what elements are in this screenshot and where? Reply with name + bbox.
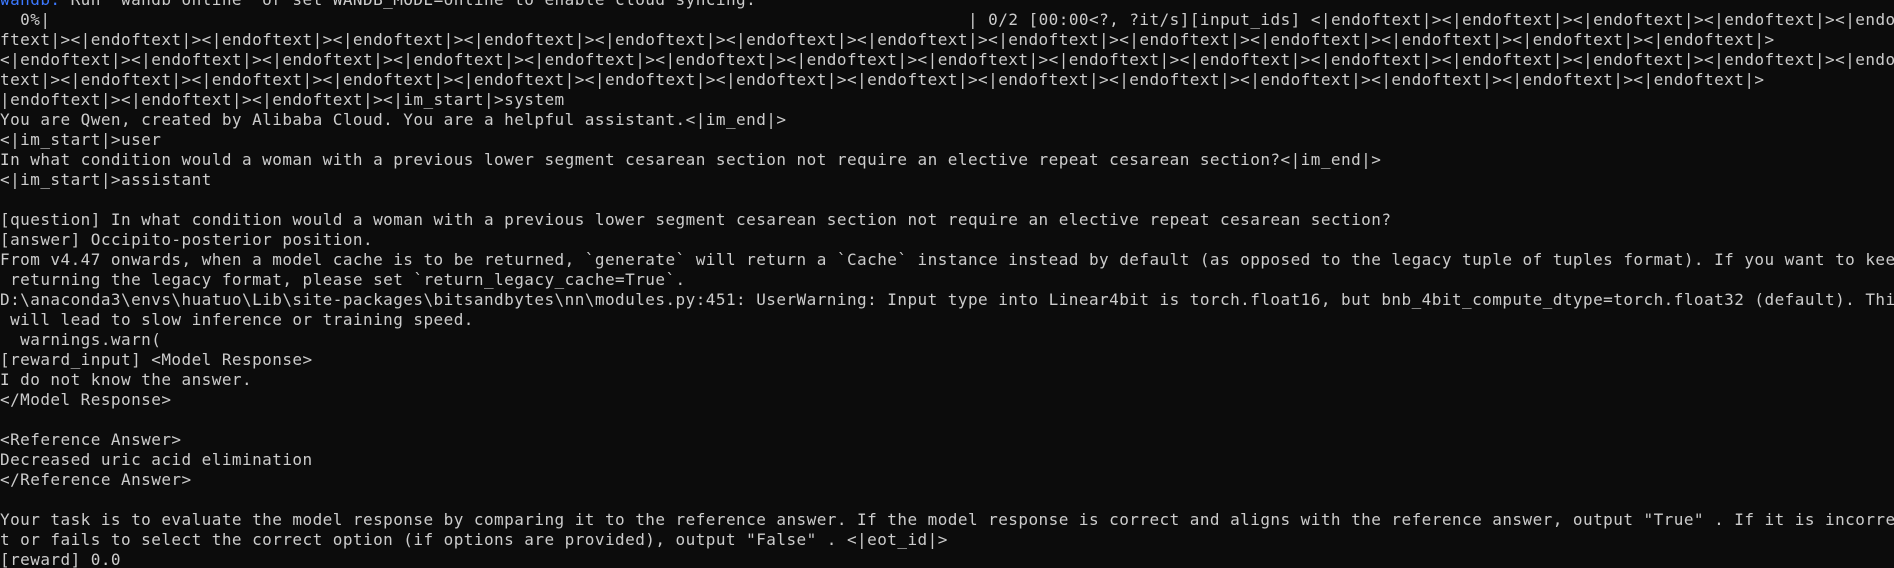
model-response-line: I do not know the answer. [0, 370, 253, 389]
reference-close-line: </Reference Answer> [0, 470, 192, 489]
progress-status: | 0/2 [00:00<?, ?it/s][input_ids] <|endo… [968, 10, 1894, 29]
system-prompt-line: You are Qwen, created by Alibaba Cloud. … [0, 110, 787, 129]
token-line-1: ftext|><|endoftext|><|endoftext|><|endof… [0, 30, 1775, 49]
cache-warning-line-1: From v4.47 onwards, when a model cache i… [0, 250, 1894, 269]
token-line-2: <|endoftext|><|endoftext|><|endoftext|><… [0, 50, 1894, 69]
reward-line: [reward] 0.0 [0, 550, 121, 568]
reward-input-line: [reward_input] <Model Response> [0, 350, 313, 369]
user-question-line: In what condition would a woman with a p… [0, 150, 1382, 169]
question-line: [question] In what condition would a wom… [0, 210, 1392, 229]
assistant-tag-line: <|im_start|>assistant [0, 170, 212, 189]
user-warning-line-2: will lead to slow inference or training … [0, 310, 474, 329]
progress-percent: 0%| [0, 10, 51, 29]
answer-line: [answer] Occipito-posterior position. [0, 230, 374, 249]
user-tag-line: <|im_start|>user [0, 130, 162, 149]
terminal-window[interactable]: wandb: Run `wandb online` or set WANDB_M… [0, 0, 1894, 568]
wandb-notice-text: Run `wandb online` or set WANDB_MODE=onl… [61, 0, 757, 9]
model-response-close-line: </Model Response> [0, 390, 172, 409]
user-warning-line-1: D:\anaconda3\envs\huatuo\Lib\site-packag… [0, 290, 1894, 309]
wandb-prefix: wandb: [0, 0, 61, 9]
wandb-offline-notice: wandb: Run `wandb online` or set WANDB_M… [0, 0, 1894, 10]
task-line-1: Your task is to evaluate the model respo… [0, 510, 1894, 529]
task-line-2: t or fails to select the correct option … [0, 530, 948, 549]
reference-open-line: <Reference Answer> [0, 430, 182, 449]
reference-answer-line: Decreased uric acid elimination [0, 450, 313, 469]
progress-bar-line: 0%| | 0/2 [00:00<?, ?it/s][input_ids] <|… [0, 10, 1894, 30]
warnings-warn-line: warnings.warn( [0, 330, 162, 349]
cache-warning-line-2: returning the legacy format, please set … [0, 270, 686, 289]
token-line-3: text|><|endoftext|><|endoftext|><|endoft… [0, 70, 1765, 89]
token-line-4: |endoftext|><|endoftext|><|endoftext|><|… [0, 90, 565, 109]
